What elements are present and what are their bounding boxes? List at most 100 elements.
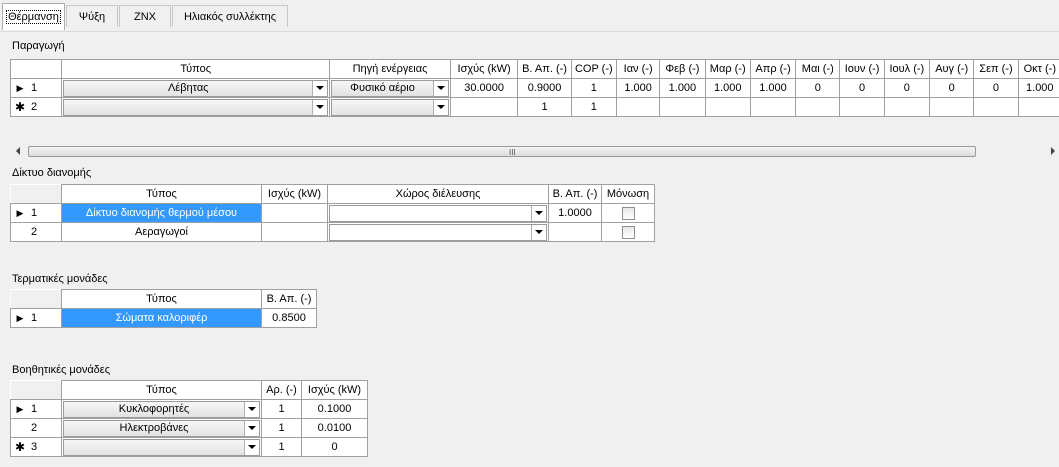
- type-cell[interactable]: Ηλεκτροβάνες: [61, 418, 262, 438]
- oct-cell[interactable]: [1017, 97, 1059, 117]
- power-cell[interactable]: 0.1000: [301, 399, 368, 419]
- col-header-oct[interactable]: Οκτ (-): [1017, 59, 1059, 79]
- type-cell[interactable]: Σώματα καλοριφέρ: [61, 308, 262, 328]
- type-cell[interactable]: Λέβητας: [61, 78, 331, 98]
- chevron-down-icon[interactable]: [432, 99, 448, 115]
- passage-space-dropdown[interactable]: [329, 223, 547, 241]
- insulation-cell[interactable]: [601, 222, 655, 242]
- row-header[interactable]: ✱ 2: [9, 97, 63, 117]
- may-cell[interactable]: 0: [795, 78, 841, 98]
- type-dropdown[interactable]: [63, 98, 329, 116]
- row-header[interactable]: ▶ 1: [10, 308, 62, 328]
- count-cell[interactable]: 1: [261, 418, 302, 438]
- col-header-energy-source[interactable]: Πηγή ενέργειας: [329, 59, 451, 79]
- efficiency-cell[interactable]: 0.8500: [261, 308, 317, 328]
- col-header-efficiency[interactable]: Β. Απ. (-): [548, 184, 602, 204]
- row-header[interactable]: 2: [10, 418, 62, 438]
- chevron-down-icon[interactable]: [531, 205, 546, 221]
- feb-cell[interactable]: [659, 97, 706, 117]
- table-row[interactable]: ▶ 1 Δίκτυο διανομής θερμού μέσου 1.0000: [10, 203, 655, 223]
- jul-cell[interactable]: [883, 97, 931, 117]
- count-cell[interactable]: 1: [261, 437, 302, 457]
- power-cell[interactable]: [261, 203, 328, 223]
- col-header-jun[interactable]: Ιουν (-): [839, 59, 885, 79]
- row-header[interactable]: 2: [10, 222, 62, 242]
- passage-space-dropdown[interactable]: [329, 204, 547, 222]
- col-header-sep[interactable]: Σεπ (-): [973, 59, 1019, 79]
- col-header-may[interactable]: Μαι (-): [795, 59, 841, 79]
- efficiency-cell[interactable]: 1: [517, 97, 572, 117]
- mar-cell[interactable]: [704, 97, 751, 117]
- chevron-down-icon[interactable]: [244, 401, 259, 417]
- col-header-feb[interactable]: Φεβ (-): [659, 59, 706, 79]
- table-row[interactable]: ✱ 2 1 1: [9, 97, 1059, 117]
- col-header-efficiency[interactable]: Β. Απ. (-): [517, 59, 572, 79]
- col-header-type[interactable]: Τύπος: [61, 380, 262, 400]
- power-cell[interactable]: [449, 97, 519, 117]
- efficiency-cell[interactable]: 0.9000: [517, 78, 572, 98]
- chevron-down-icon[interactable]: [244, 439, 259, 455]
- col-header-efficiency[interactable]: Β. Απ. (-): [261, 289, 317, 309]
- scrollbar-thumb[interactable]: III: [28, 146, 976, 157]
- type-cell[interactable]: Κυκλοφορητές: [61, 399, 262, 419]
- type-cell[interactable]: Δίκτυο διανομής θερμού μέσου: [61, 203, 262, 223]
- energy-source-dropdown[interactable]: Φυσικό αέριο: [331, 79, 449, 97]
- tab-solar-collector[interactable]: Ηλιακός συλλέκτης: [172, 5, 288, 27]
- col-header-passage-space[interactable]: Χώρος διέλευσης: [327, 184, 549, 204]
- col-header-count[interactable]: Αρ. (-): [261, 380, 302, 400]
- row-header[interactable]: ▶ 1: [10, 203, 62, 223]
- col-header-type[interactable]: Τύπος: [61, 184, 262, 204]
- insulation-checkbox[interactable]: [621, 206, 635, 220]
- row-header[interactable]: ▶ 1: [9, 78, 63, 98]
- jul-cell[interactable]: 0: [883, 78, 931, 98]
- aug-cell[interactable]: [929, 97, 975, 117]
- aug-cell[interactable]: 0: [929, 78, 975, 98]
- type-cell[interactable]: [61, 437, 262, 457]
- scroll-right-icon[interactable]: [1051, 147, 1055, 155]
- table-row[interactable]: ▶ 1 Κυκλοφορητές 1 0.1000: [10, 399, 368, 419]
- col-header-jan[interactable]: Ιαν (-): [615, 59, 661, 79]
- col-header-cop[interactable]: COP (-): [570, 59, 617, 79]
- apr-cell[interactable]: [749, 97, 797, 117]
- chevron-down-icon[interactable]: [432, 80, 448, 96]
- production-horizontal-scrollbar[interactable]: III: [10, 143, 1059, 160]
- tab-heating[interactable]: Θέρμανση: [2, 3, 65, 30]
- mar-cell[interactable]: 1.000: [704, 78, 751, 98]
- apr-cell[interactable]: 1.000: [749, 78, 797, 98]
- insulation-checkbox[interactable]: [621, 225, 635, 239]
- type-dropdown[interactable]: [63, 438, 260, 456]
- energy-source-dropdown[interactable]: [331, 98, 449, 116]
- sep-cell[interactable]: 0: [973, 78, 1019, 98]
- energy-source-cell[interactable]: Φυσικό αέριο: [329, 78, 451, 98]
- type-dropdown[interactable]: Λέβητας: [63, 79, 329, 97]
- power-cell[interactable]: 0: [301, 437, 368, 457]
- type-cell[interactable]: [61, 97, 331, 117]
- table-row[interactable]: ✱ 3 1 0: [10, 437, 368, 457]
- power-cell[interactable]: [261, 222, 328, 242]
- passage-space-cell[interactable]: [327, 203, 549, 223]
- col-header-type[interactable]: Τύπος: [61, 59, 331, 79]
- efficiency-cell[interactable]: 1.0000: [548, 203, 602, 223]
- efficiency-cell[interactable]: [548, 222, 602, 242]
- type-dropdown[interactable]: Ηλεκτροβάνες: [63, 419, 260, 437]
- col-header-mar[interactable]: Μαρ (-): [704, 59, 751, 79]
- col-header-power[interactable]: Ισχύς (kW): [449, 59, 519, 79]
- table-row[interactable]: ▶ 1 Λέβητας Φυσικό αέριο 30.0000 0.9000 1…: [9, 78, 1059, 98]
- col-header-apr[interactable]: Απρ (-): [749, 59, 797, 79]
- feb-cell[interactable]: 1.000: [659, 78, 706, 98]
- table-row[interactable]: ▶ 1 Σώματα καλοριφέρ 0.8500: [10, 308, 317, 328]
- oct-cell[interactable]: 1.000: [1017, 78, 1059, 98]
- tab-dhw[interactable]: ZNX: [119, 5, 171, 27]
- jan-cell[interactable]: [615, 97, 661, 117]
- type-cell[interactable]: Αεραγωγοί: [61, 222, 262, 242]
- jan-cell[interactable]: 1.000: [615, 78, 661, 98]
- may-cell[interactable]: [795, 97, 841, 117]
- jun-cell[interactable]: 0: [839, 78, 885, 98]
- col-header-insulation[interactable]: Μόνωση: [601, 184, 655, 204]
- chevron-down-icon[interactable]: [312, 99, 328, 115]
- col-header-type[interactable]: Τύπος: [61, 289, 262, 309]
- col-header-power[interactable]: Ισχύς (kW): [301, 380, 368, 400]
- scroll-left-icon[interactable]: [16, 147, 20, 155]
- power-cell[interactable]: 0.0100: [301, 418, 368, 438]
- passage-space-cell[interactable]: [327, 222, 549, 242]
